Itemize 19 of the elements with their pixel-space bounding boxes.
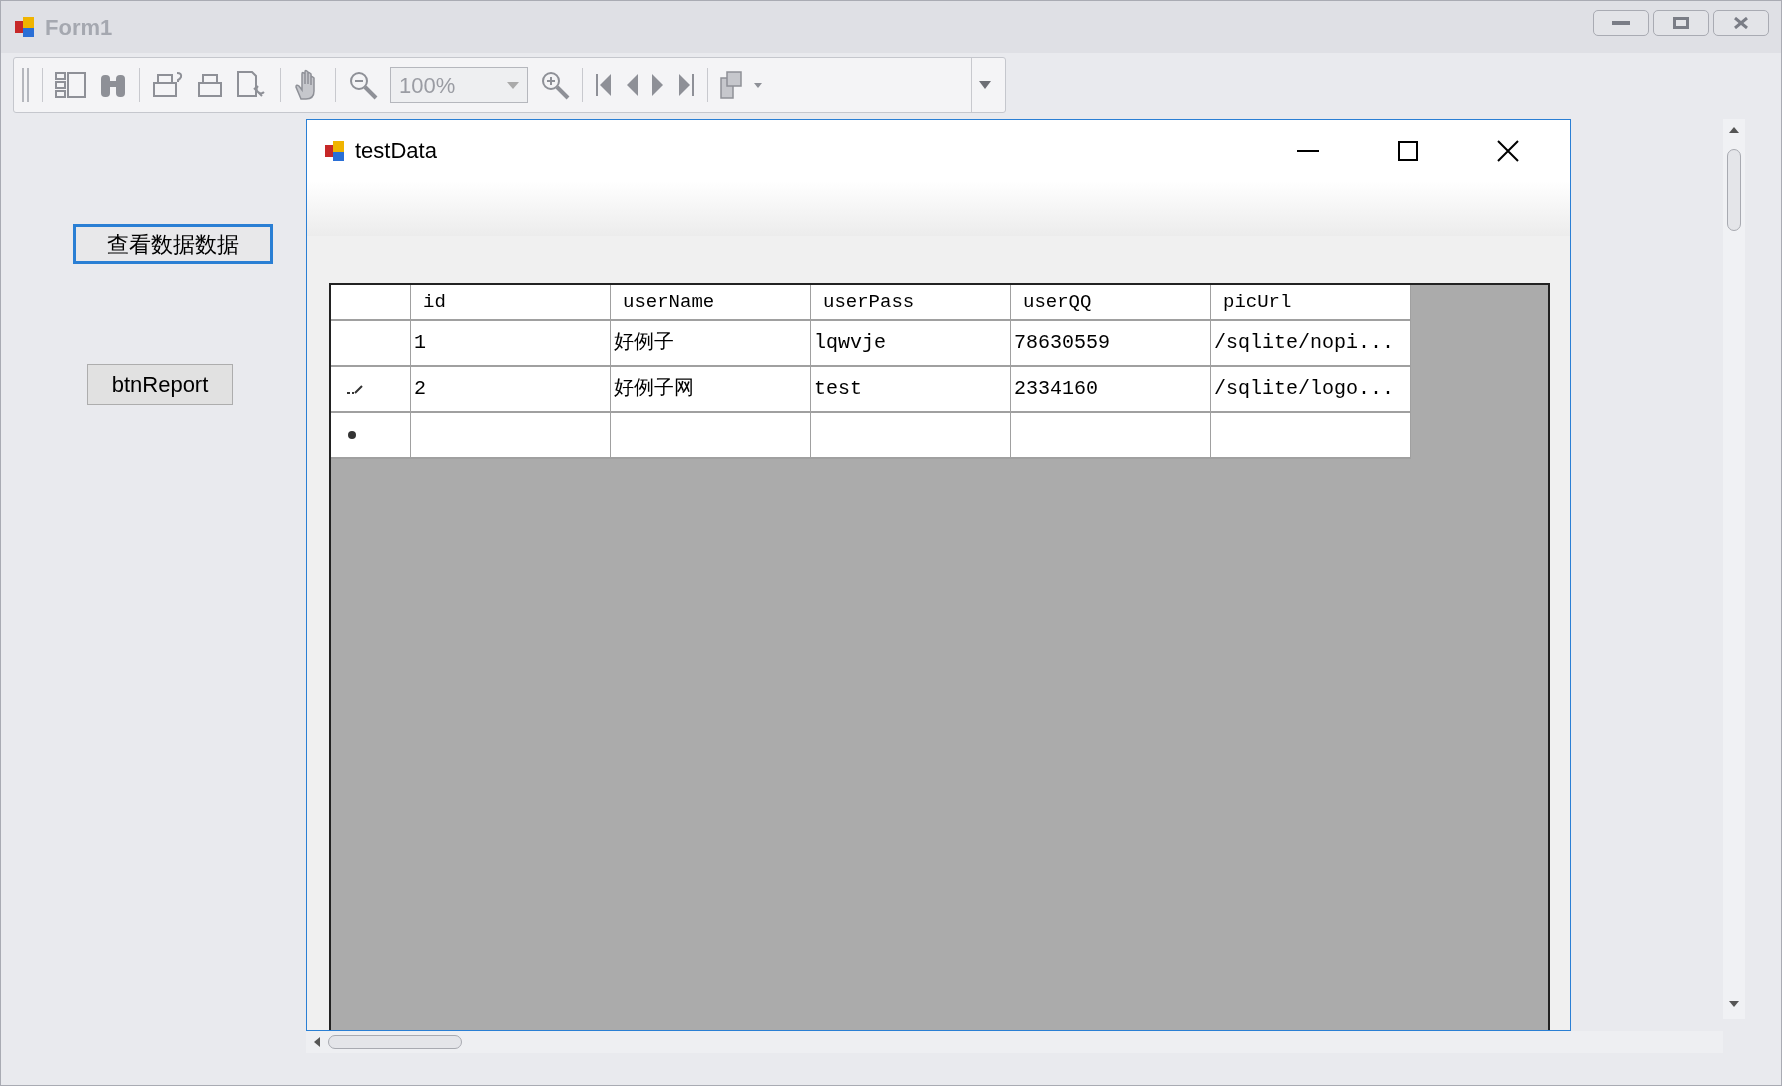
column-header[interactable]: userName <box>611 285 811 321</box>
column-header[interactable]: picUrl <box>1211 285 1411 321</box>
column-header[interactable]: userPass <box>811 285 1011 321</box>
table-cell[interactable]: test <box>811 367 1011 413</box>
table-cell[interactable]: 2 <box>411 367 611 413</box>
table-cell[interactable]: 好例子 <box>611 321 811 367</box>
report-button[interactable]: btnReport <box>87 364 233 405</box>
window-title: Form1 <box>45 13 113 42</box>
table-cell[interactable]: 1 <box>411 321 611 367</box>
table-cell[interactable]: lqwvje <box>811 321 1011 367</box>
table-cell[interactable]: 2334160 <box>1011 367 1211 413</box>
window-title: testData <box>355 137 437 165</box>
view-data-button[interactable]: 查看数据数据 <box>73 224 273 264</box>
table-cell[interactable]: 78630559 <box>1011 321 1211 367</box>
column-header[interactable]: userQQ <box>1011 285 1211 321</box>
table-cell[interactable]: /sqlite/logo... <box>1211 367 1411 413</box>
column-header[interactable]: id <box>411 285 611 321</box>
table-cell[interactable]: /sqlite/nopi... <box>1211 321 1411 367</box>
table-cell[interactable]: 好例子网 <box>611 367 811 413</box>
